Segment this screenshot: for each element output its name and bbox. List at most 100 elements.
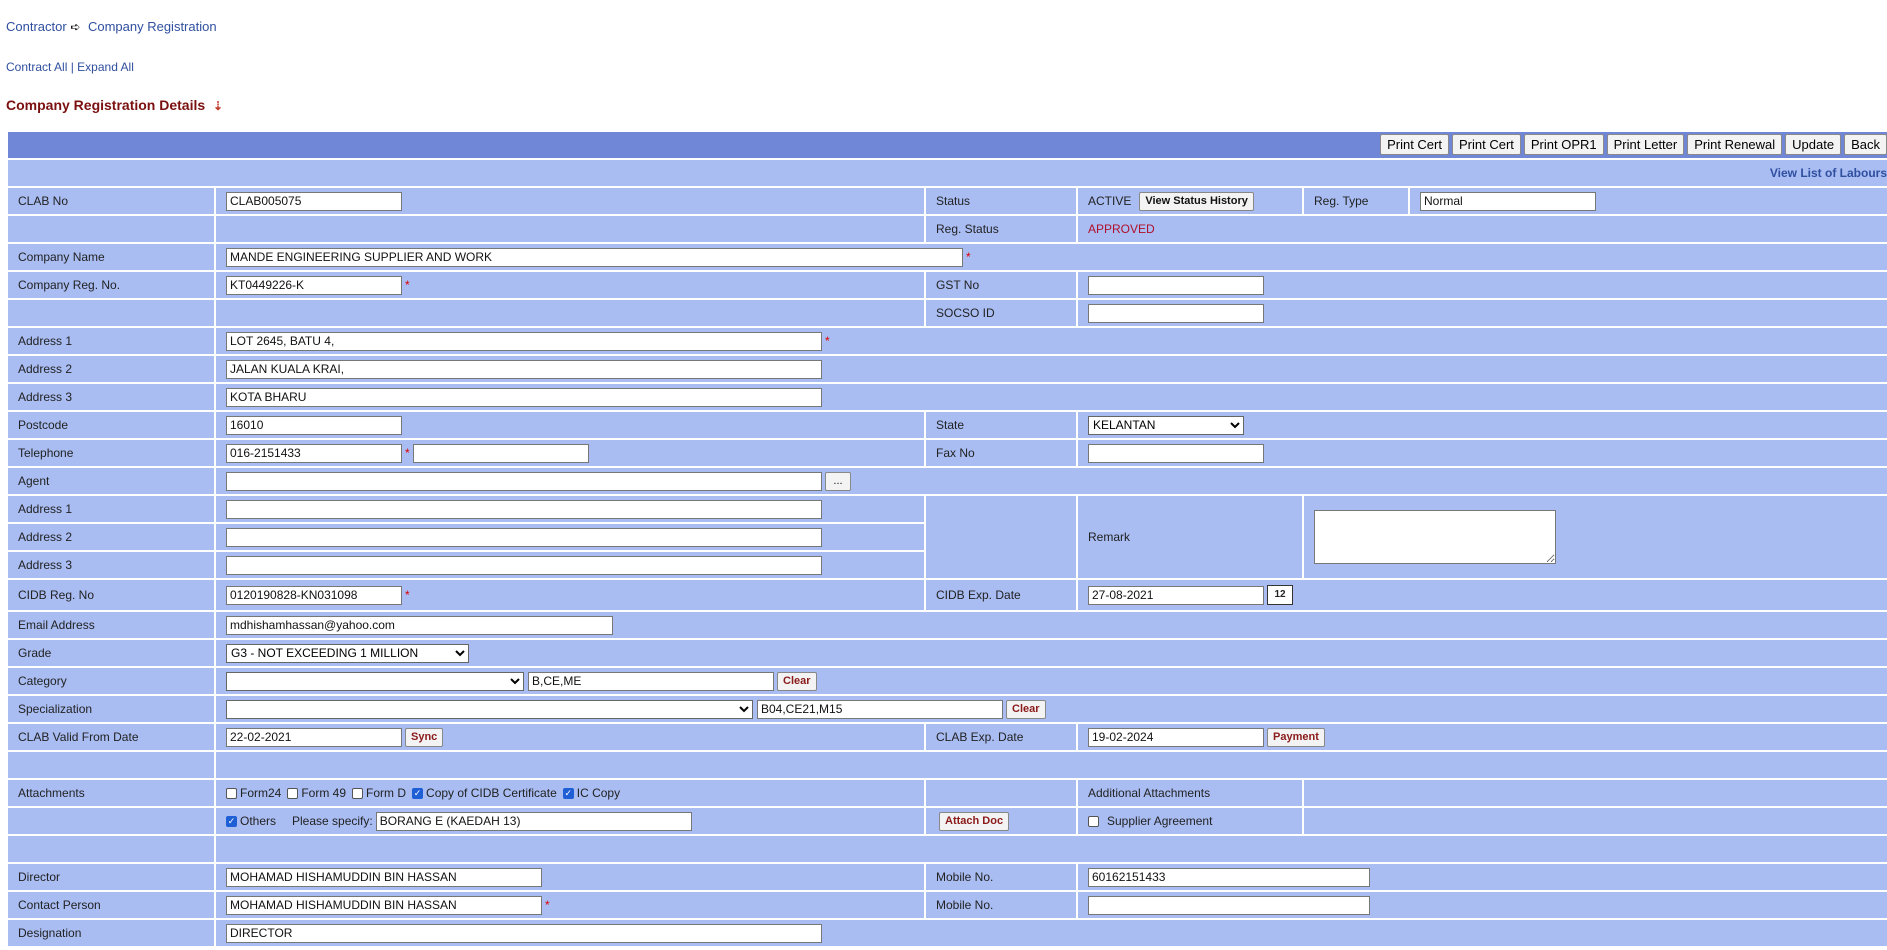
print-cert-button[interactable]: Print Cert	[1380, 134, 1449, 155]
required-mark: *	[545, 898, 550, 912]
expand-controls: Contract All | Expand All	[6, 60, 134, 74]
director-mobile-input[interactable]	[1088, 867, 1370, 887]
payment-button[interactable]: Payment	[1267, 727, 1325, 747]
gst-label: GST No	[926, 272, 1076, 298]
form24-checkbox[interactable]: Form24	[226, 786, 281, 800]
contract-all-link[interactable]: Contract All	[6, 60, 67, 74]
expand-all-link[interactable]: Expand All	[77, 60, 134, 74]
address2-input[interactable]	[226, 359, 822, 379]
director-input[interactable]	[226, 867, 542, 887]
director-mobile-label: Mobile No.	[926, 864, 1076, 890]
required-mark: *	[825, 334, 830, 348]
agent-address1-input[interactable]	[226, 499, 822, 519]
clab-valid-input[interactable]	[226, 727, 402, 747]
reg-status-row: Reg. Status APPROVED	[8, 216, 1887, 242]
cidb-exp-input[interactable]	[1088, 585, 1264, 605]
telephone2-input[interactable]	[412, 443, 589, 463]
additional-attachments-label: Additional Attachments	[1078, 780, 1302, 806]
company-name-input[interactable]	[226, 247, 963, 267]
page-title-text: Company Registration Details	[6, 97, 206, 113]
supplier-agreement-checkbox[interactable]: Supplier Agreement	[1088, 814, 1212, 828]
socso-input[interactable]	[1088, 303, 1264, 323]
category-select[interactable]	[226, 671, 524, 691]
state-select[interactable]: KELANTAN	[1088, 415, 1244, 435]
status-value: ACTIVE	[1088, 194, 1132, 208]
clab-no-input[interactable]	[226, 191, 402, 211]
director-label: Director	[8, 864, 214, 890]
agent-address-block: Address 1 Address 2 Address 3 Remark	[8, 496, 1887, 578]
remark-textarea[interactable]	[1314, 510, 1556, 564]
others-checkbox[interactable]: ✓ Others	[226, 814, 276, 828]
sync-button[interactable]: Sync	[405, 727, 444, 747]
view-list-of-labours-link[interactable]: View List of Labours	[1770, 166, 1887, 180]
agent-row: Agent ...	[8, 468, 1887, 494]
agent-lookup-button[interactable]: ...	[825, 471, 851, 491]
others-label: Others	[240, 814, 277, 828]
breadcrumb-contractor-link[interactable]: Contractor	[6, 19, 67, 34]
contact-mobile-input[interactable]	[1088, 895, 1370, 915]
formd-checkbox[interactable]: Form D	[352, 786, 406, 800]
fax-input[interactable]	[1088, 443, 1264, 463]
telephone-label: Telephone	[8, 440, 214, 466]
postcode-label: Postcode	[8, 412, 214, 438]
checkbox-icon[interactable]	[1088, 815, 1099, 827]
agent-input[interactable]	[226, 471, 822, 491]
postcode-input[interactable]	[226, 415, 402, 435]
specialization-value-input[interactable]	[757, 699, 1003, 719]
cidb-row: CIDB Reg. No * CIDB Exp. Date 12	[8, 580, 1887, 610]
back-button[interactable]: Back	[1844, 134, 1887, 155]
address2-label: Address 2	[8, 356, 214, 382]
agent-address3-input[interactable]	[226, 555, 822, 575]
checkbox-checked-icon[interactable]: ✓	[562, 787, 574, 799]
designation-input[interactable]	[226, 923, 822, 943]
grade-row: Grade G3 - NOT EXCEEDING 1 MILLION	[8, 640, 1887, 666]
category-clear-button[interactable]: Clear	[777, 671, 817, 691]
company-reg-input[interactable]	[226, 275, 402, 295]
required-mark: *	[405, 278, 410, 292]
attachments-label: Attachments	[8, 780, 214, 806]
postcode-row: Postcode State KELANTAN	[8, 412, 1887, 438]
contact-input[interactable]	[226, 895, 542, 915]
cidb-reg-input[interactable]	[226, 585, 402, 605]
spacer-row-2	[8, 836, 1887, 862]
clab-exp-input[interactable]	[1088, 727, 1264, 747]
view-labours-bar: View List of Labours	[8, 160, 1887, 186]
checkbox-icon[interactable]	[226, 787, 237, 799]
reg-type-input[interactable]	[1420, 191, 1596, 211]
category-value-input[interactable]	[528, 671, 774, 691]
cidb-cert-checkbox[interactable]: ✓ Copy of CIDB Certificate	[412, 786, 557, 800]
specialization-clear-button[interactable]: Clear	[1006, 699, 1046, 719]
contact-label: Contact Person	[8, 892, 214, 918]
grade-label: Grade	[8, 640, 214, 666]
checkbox-checked-icon[interactable]: ✓	[412, 787, 424, 799]
update-button[interactable]: Update	[1785, 134, 1842, 155]
please-specify-input[interactable]	[375, 811, 692, 831]
checkbox-icon[interactable]	[352, 787, 364, 799]
print-letter-button[interactable]: Print Letter	[1606, 134, 1685, 155]
ic-copy-checkbox[interactable]: ✓ IC Copy	[562, 786, 620, 800]
address3-input[interactable]	[226, 387, 822, 407]
company-reg-label: Company Reg. No.	[8, 272, 214, 298]
gst-input[interactable]	[1088, 275, 1264, 295]
attach-doc-button[interactable]: Attach Doc	[939, 811, 1010, 831]
breadcrumb-company-registration-link[interactable]: Company Registration	[88, 19, 217, 34]
agent-address2-input[interactable]	[226, 527, 822, 547]
print-renewal-button[interactable]: Print Renewal	[1687, 134, 1783, 155]
telephone-input[interactable]	[226, 443, 402, 463]
collapse-arrow-icon[interactable]: ⇣	[213, 99, 223, 113]
address3-label: Address 3	[8, 384, 214, 410]
print-cert-button-2[interactable]: Print Cert	[1451, 134, 1521, 155]
telephone-row: Telephone * Fax No	[8, 440, 1887, 466]
email-input[interactable]	[226, 615, 613, 635]
checkbox-checked-icon[interactable]: ✓	[226, 815, 237, 827]
form49-checkbox[interactable]: Form 49	[287, 786, 346, 800]
view-status-history-button[interactable]: View Status History	[1139, 191, 1254, 211]
checkbox-icon[interactable]	[287, 787, 299, 799]
calendar-icon[interactable]: 12	[1267, 585, 1293, 605]
grade-select[interactable]: G3 - NOT EXCEEDING 1 MILLION	[226, 643, 469, 663]
address1-input[interactable]	[226, 331, 822, 351]
print-opr1-button[interactable]: Print OPR1	[1523, 134, 1604, 155]
specialization-select[interactable]	[226, 699, 753, 719]
supplier-agreement-label: Supplier Agreement	[1107, 814, 1213, 828]
address1-row: Address 1 *	[8, 328, 1887, 354]
